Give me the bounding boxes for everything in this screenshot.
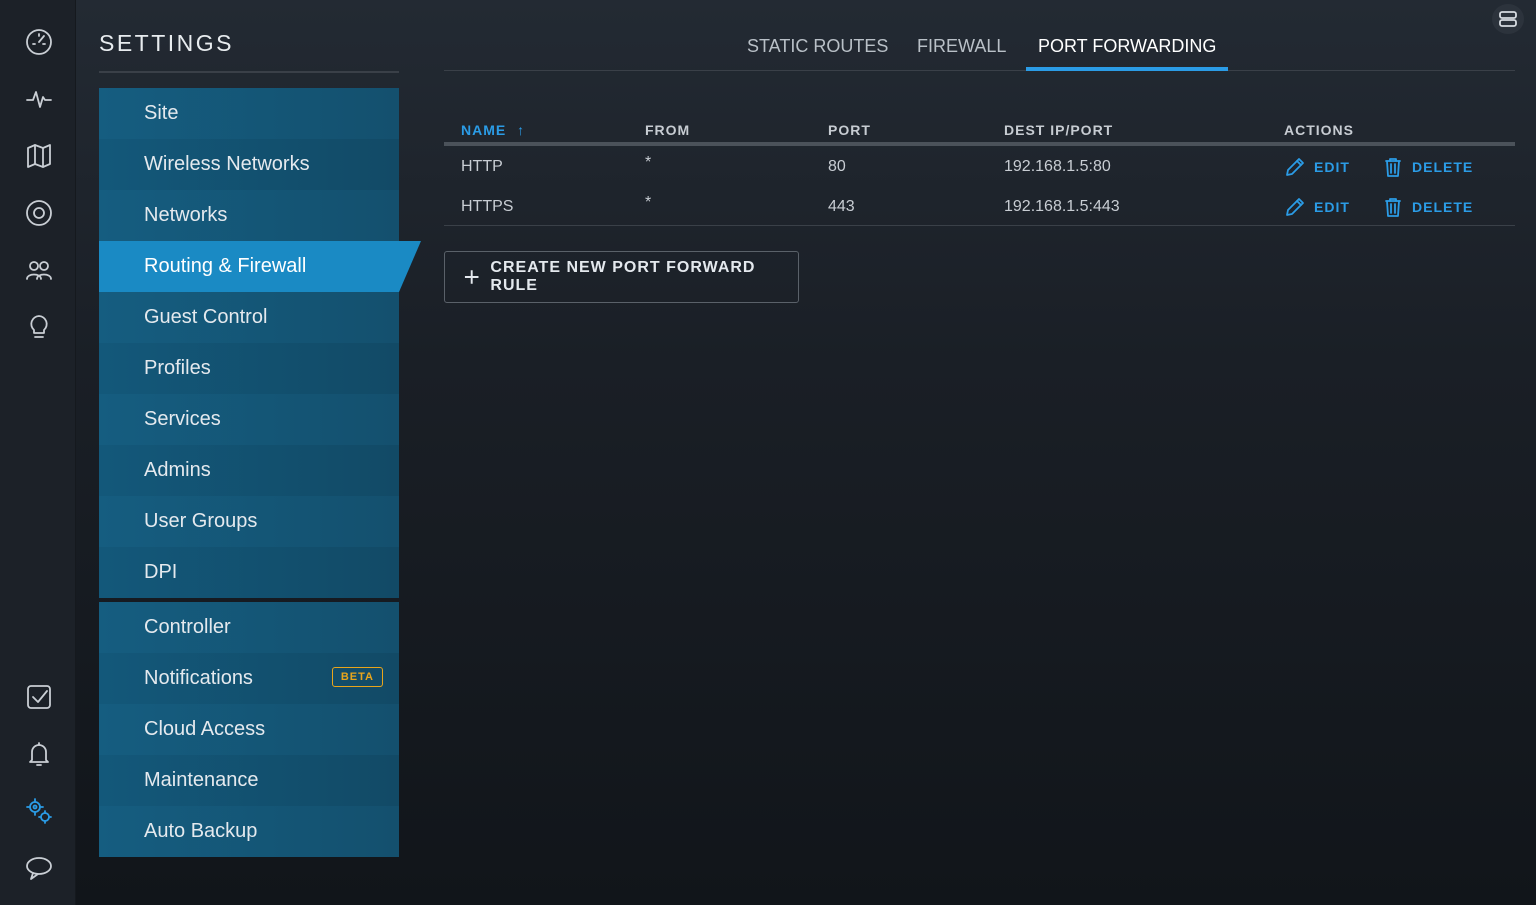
menu-item-site[interactable]: Site (99, 88, 399, 139)
pencil-icon (1286, 198, 1304, 216)
cell-from: * (645, 194, 652, 211)
cell-port: 443 (828, 198, 855, 215)
settings-menu: Site Wireless Networks Networks Routing … (99, 88, 399, 857)
edit-label: EDIT (1314, 159, 1350, 175)
menu-item-controller[interactable]: Controller (99, 602, 399, 653)
active-pointer (399, 241, 421, 292)
delete-label: DELETE (1412, 159, 1474, 175)
header-name[interactable]: NAME ↑ (461, 122, 525, 138)
table-header: NAME ↑ FROM PORT DEST IP/PORT ACTIONS (444, 112, 1515, 146)
table-row: HTTP * 80 192.168.1.5:80 EDIT DELETE (444, 146, 1515, 186)
edit-label: EDIT (1314, 199, 1350, 215)
map-icon[interactable] (22, 139, 56, 173)
device-menu-button[interactable] (1492, 4, 1524, 34)
edit-button[interactable]: EDIT (1284, 156, 1350, 178)
menu-item-dpi[interactable]: DPI (99, 547, 399, 598)
edit-button[interactable]: EDIT (1284, 196, 1350, 218)
trash-icon (1385, 158, 1401, 177)
beta-badge: BETA (331, 667, 383, 687)
header-port[interactable]: PORT (828, 122, 871, 138)
delete-button[interactable]: DELETE (1382, 156, 1473, 178)
menu-item-admins[interactable]: Admins (99, 445, 399, 496)
title-divider (99, 71, 399, 73)
settings-icon[interactable] (22, 794, 56, 828)
clients-icon[interactable] (22, 253, 56, 287)
chat-icon[interactable] (22, 851, 56, 885)
menu-item-wireless-networks[interactable]: Wireless Networks (99, 139, 399, 190)
pencil-icon (1286, 158, 1304, 176)
menu-item-routing-firewall[interactable]: Routing & Firewall (99, 241, 399, 292)
events-icon[interactable] (22, 680, 56, 714)
header-from[interactable]: FROM (645, 122, 690, 138)
cell-from: * (645, 154, 652, 171)
header-dest[interactable]: DEST IP/PORT (1004, 122, 1113, 138)
page-title: SETTINGS (99, 30, 235, 56)
menu-item-user-groups[interactable]: User Groups (99, 496, 399, 547)
devices-icon[interactable] (22, 196, 56, 230)
menu-item-guest-control[interactable]: Guest Control (99, 292, 399, 343)
menu-item-cloud-access[interactable]: Cloud Access (99, 704, 399, 755)
cell-name: HTTPS (461, 198, 514, 215)
menu-item-auto-backup[interactable]: Auto Backup (99, 806, 399, 857)
cell-dest: 192.168.1.5:80 (1004, 158, 1111, 175)
menu-item-services[interactable]: Services (99, 394, 399, 445)
menu-item-profiles[interactable]: Profiles (99, 343, 399, 394)
insights-icon[interactable] (22, 310, 56, 344)
cell-dest: 192.168.1.5:443 (1004, 198, 1120, 215)
plus-icon (464, 270, 479, 284)
icon-rail (0, 0, 76, 905)
alerts-icon[interactable] (22, 737, 56, 771)
tab-port-forwarding[interactable]: PORT FORWARDING (1026, 36, 1229, 71)
cell-name: HTTP (461, 158, 503, 175)
create-button-label: CREATE NEW PORT FORWARD RULE (490, 259, 756, 294)
menu-item-notifications-label: Notifications (144, 667, 253, 689)
delete-label: DELETE (1412, 199, 1474, 215)
menu-group-site: Site Wireless Networks Networks Routing … (99, 88, 399, 598)
create-port-forward-button[interactable]: CREATE NEW PORT FORWARD RULE (444, 251, 799, 303)
header-actions: ACTIONS (1284, 122, 1354, 138)
stack-icon (1499, 11, 1517, 27)
header-name-label: NAME (461, 122, 507, 138)
sort-arrow-icon: ↑ (517, 122, 526, 138)
tab-bar: STATIC ROUTES FIREWALL PORT FORWARDING (444, 28, 1515, 71)
menu-group-controller: Controller Notifications BETA Cloud Acce… (99, 602, 399, 857)
menu-item-maintenance[interactable]: Maintenance (99, 755, 399, 806)
delete-button[interactable]: DELETE (1382, 196, 1473, 218)
tab-firewall[interactable]: FIREWALL (905, 36, 1018, 71)
dashboard-icon[interactable] (22, 25, 56, 59)
tab-static-routes[interactable]: STATIC ROUTES (735, 36, 900, 71)
cell-port: 80 (828, 158, 846, 175)
table-row: HTTPS * 443 192.168.1.5:443 EDIT DELETE (444, 186, 1515, 226)
statistics-icon[interactable] (22, 82, 56, 116)
trash-icon (1385, 198, 1401, 217)
port-forward-table: NAME ↑ FROM PORT DEST IP/PORT ACTIONS HT… (444, 112, 1515, 226)
menu-item-notifications[interactable]: Notifications BETA (99, 653, 399, 704)
menu-item-networks[interactable]: Networks (99, 190, 399, 241)
